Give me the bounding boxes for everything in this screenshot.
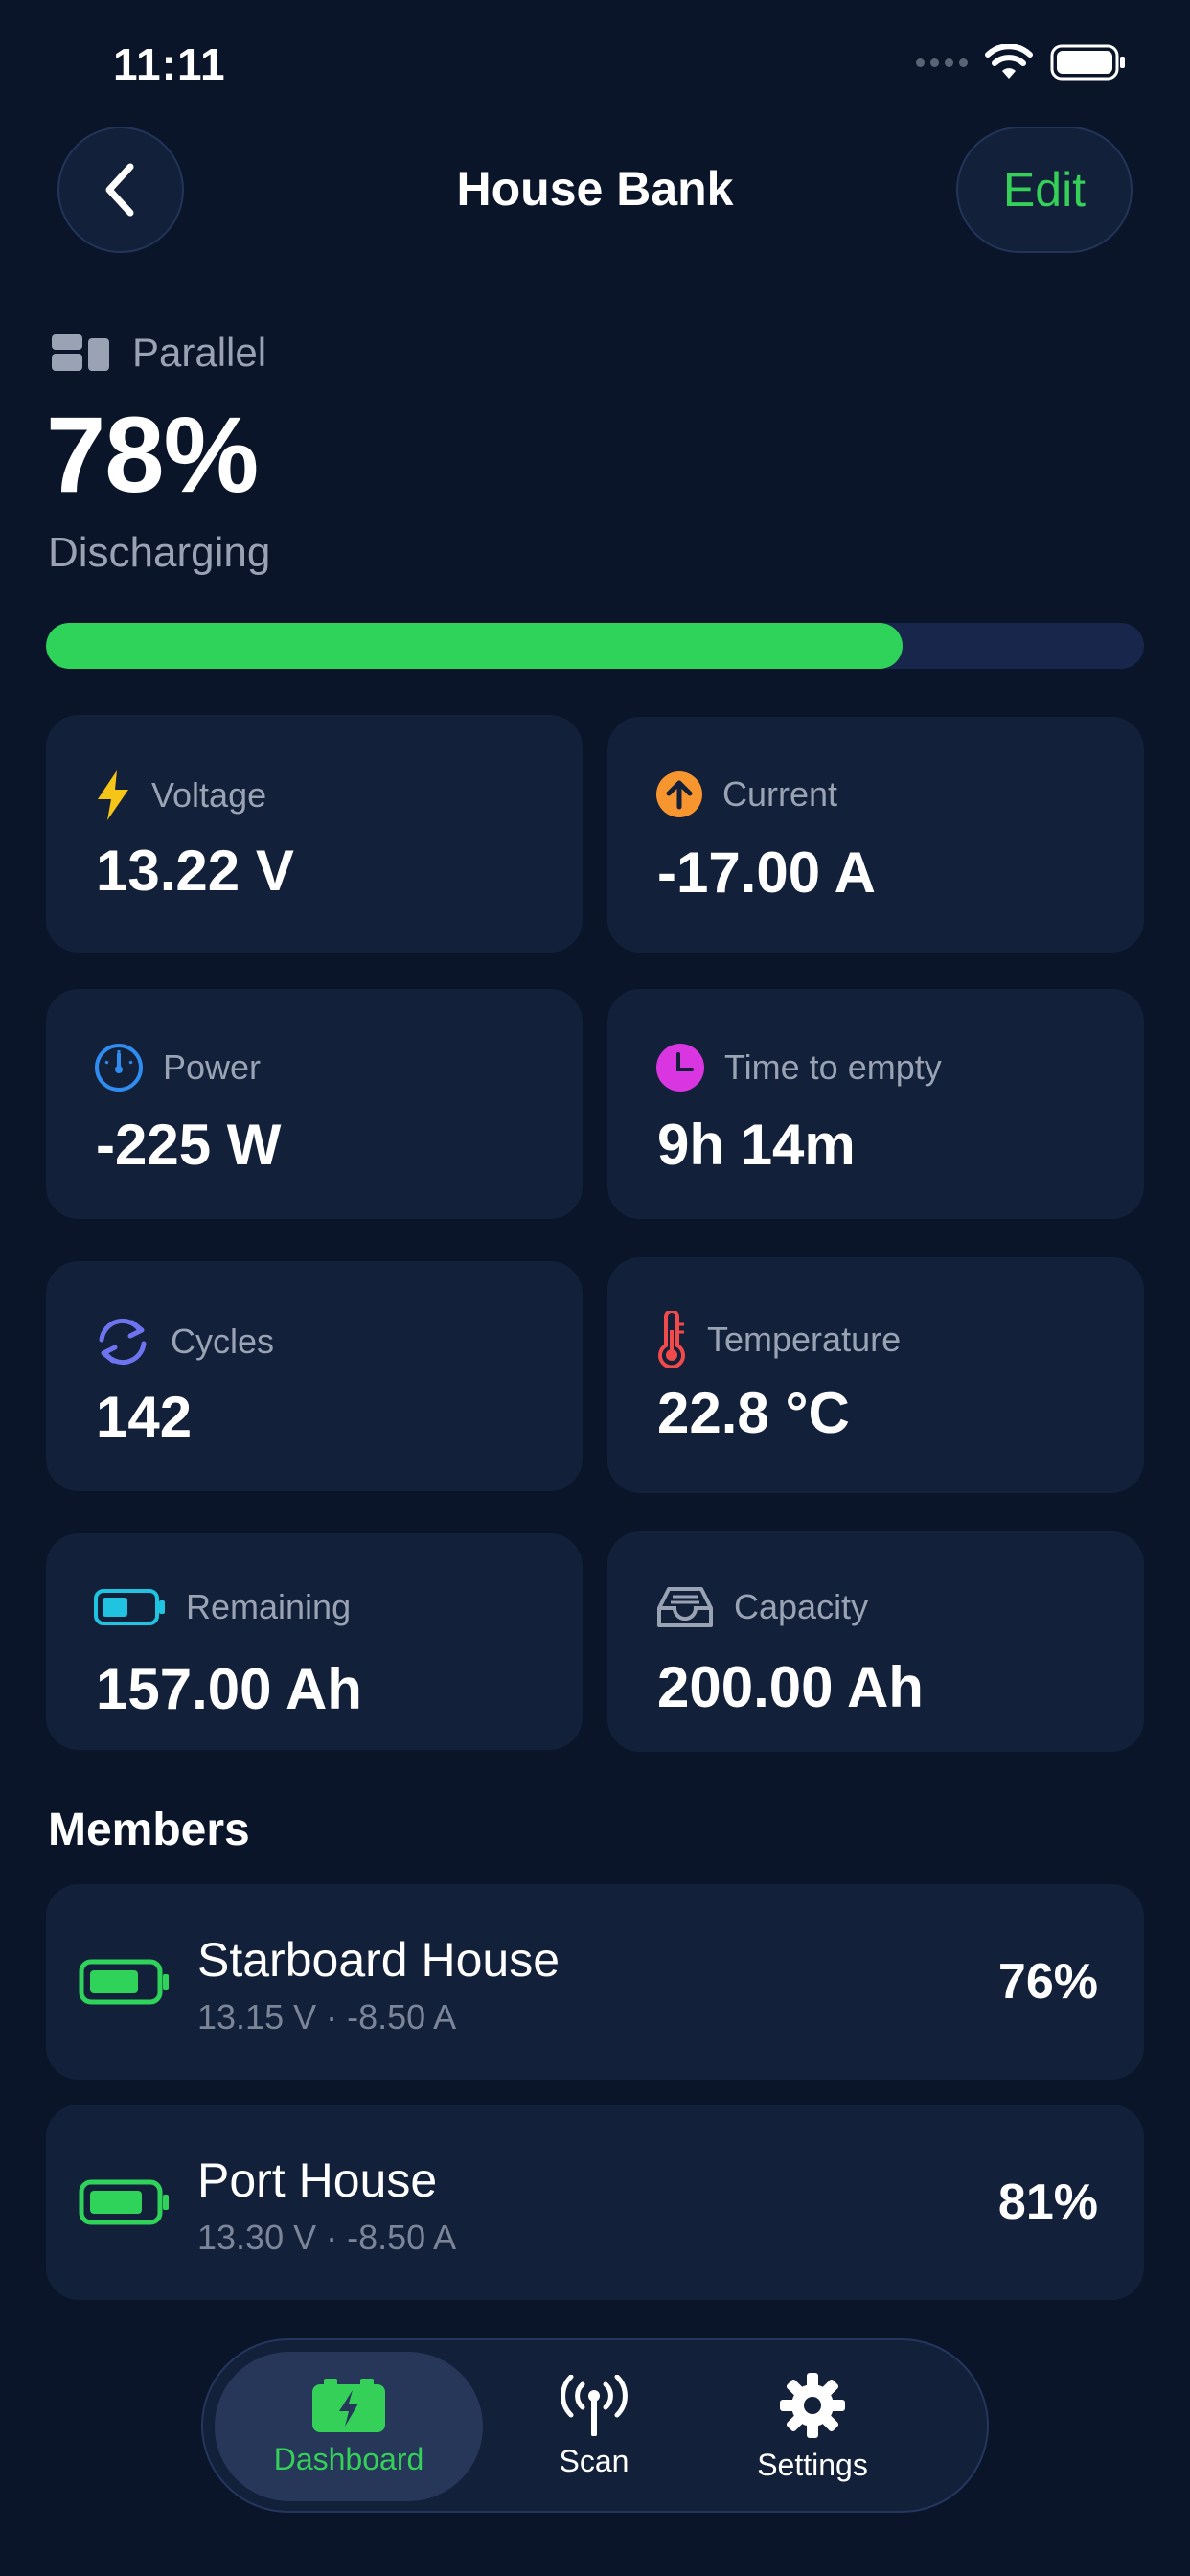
temperature-value: 22.8 °C	[657, 1381, 850, 1445]
antenna-icon	[561, 2374, 628, 2436]
voltage-value: 13.22 V	[96, 839, 294, 903]
remaining-value: 157.00 Ah	[96, 1657, 362, 1721]
state-of-charge: 78%	[46, 395, 259, 515]
tab-scan[interactable]: Scan	[508, 2352, 680, 2501]
tab-scan-label: Scan	[559, 2443, 629, 2478]
time-to-empty-value: 9h 14m	[657, 1113, 856, 1177]
soc-progress-fill	[46, 623, 903, 669]
member-row-starboard[interactable]: Starboard House 13.15 V · -8.50 A 76%	[46, 1884, 1144, 2080]
gauge-icon	[94, 1043, 144, 1092]
charge-state: Discharging	[48, 529, 271, 576]
edit-button[interactable]: Edit	[956, 126, 1133, 253]
member-row-port[interactable]: Port House 13.30 V · -8.50 A 81%	[46, 2104, 1144, 2300]
parallel-icon	[52, 334, 109, 371]
clock-icon	[655, 1043, 705, 1092]
status-time: 11:11	[113, 39, 226, 89]
voltage-card: Voltage 13.22 V	[46, 715, 583, 953]
current-label: Current	[722, 774, 838, 814]
member-percent: 81%	[997, 2174, 1098, 2230]
temperature-label: Temperature	[707, 1320, 902, 1359]
topology-row: Parallel	[50, 330, 266, 376]
member-detail: 13.15 V · -8.50 A	[197, 1997, 457, 2036]
gear-icon	[780, 2372, 845, 2438]
member-name: Port House	[197, 2153, 438, 2207]
cycles-card: Cycles 142	[46, 1261, 583, 1491]
bolt-icon	[94, 769, 132, 822]
member-name: Starboard House	[197, 1933, 561, 1987]
battery-icon	[79, 2179, 171, 2230]
cycles-label: Cycles	[171, 1322, 275, 1361]
battery-icon	[79, 1959, 171, 2010]
refresh-icon	[94, 1315, 151, 1368]
members-heading: Members	[48, 1805, 250, 1855]
tab-bar: Dashboard Scan Settings	[201, 2338, 989, 2513]
power-value: -225 W	[96, 1113, 282, 1177]
battery-status-icon	[1050, 44, 1125, 80]
time-to-empty-card: Time to empty 9h 14m	[607, 989, 1144, 1219]
tab-dashboard[interactable]: Dashboard	[215, 2352, 483, 2501]
tray-icon	[655, 1585, 715, 1629]
thermometer-icon	[655, 1311, 688, 1368]
voltage-label: Voltage	[151, 775, 267, 815]
member-detail: 13.30 V · -8.50 A	[197, 2218, 457, 2257]
arrow-up-circle-icon	[655, 770, 703, 818]
tab-settings-label: Settings	[757, 2447, 868, 2482]
soc-progress-bar	[46, 623, 1144, 669]
temperature-card: Temperature 22.8 °C	[607, 1257, 1144, 1493]
topology-label: Parallel	[132, 330, 267, 375]
tab-settings[interactable]: Settings	[717, 2352, 908, 2501]
battery-icon	[94, 1589, 167, 1625]
current-card: Current -17.00 A	[607, 717, 1144, 953]
capacity-card: Capacity 200.00 Ah	[607, 1531, 1144, 1752]
current-value: -17.00 A	[657, 840, 876, 905]
capacity-value: 200.00 Ah	[657, 1655, 924, 1719]
status-indicators	[916, 44, 1127, 80]
wifi-icon	[985, 44, 1033, 79]
member-percent: 76%	[997, 1954, 1098, 2010]
time-to-empty-label: Time to empty	[724, 1047, 942, 1087]
signal-icon	[916, 58, 968, 67]
tab-dashboard-label: Dashboard	[273, 2441, 424, 2476]
battery-bolt-icon	[312, 2378, 385, 2432]
cycles-value: 142	[96, 1385, 193, 1449]
power-card: Power -225 W	[46, 989, 583, 1219]
remaining-card: Remaining 157.00 Ah	[46, 1533, 583, 1750]
power-label: Power	[163, 1047, 262, 1087]
capacity-label: Capacity	[734, 1587, 869, 1626]
remaining-label: Remaining	[186, 1587, 352, 1626]
